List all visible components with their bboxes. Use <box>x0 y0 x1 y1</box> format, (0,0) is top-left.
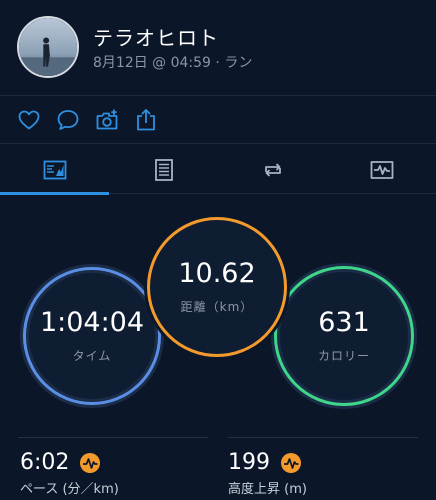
elevation-label: 高度上昇 (m) <box>228 482 307 497</box>
activity-badge-icon <box>80 452 101 473</box>
pace-stat[interactable]: 6:02 ペース (分／km) <box>20 450 119 497</box>
tab-laps[interactable] <box>218 145 327 194</box>
active-tab-indicator <box>0 192 109 195</box>
add-photo-icon[interactable] <box>94 107 120 133</box>
comment-icon[interactable] <box>55 107 81 133</box>
avatar[interactable] <box>17 16 79 78</box>
share-icon[interactable] <box>133 107 159 133</box>
heart-icon[interactable] <box>16 107 42 133</box>
tab-charts[interactable] <box>327 145 436 194</box>
action-bar <box>0 97 436 144</box>
document-icon <box>154 158 173 181</box>
tab-details[interactable] <box>109 145 218 194</box>
calories-value: 631 <box>318 306 370 338</box>
distance-summary[interactable]: 10.62 距離（km） <box>147 217 287 357</box>
pace-label: ペース (分／km) <box>20 482 119 497</box>
divider <box>18 437 208 438</box>
distance-label: 距離（km） <box>180 300 254 315</box>
chart-icon <box>370 160 393 179</box>
elevation-value: 199 <box>228 450 270 475</box>
calories-summary[interactable]: 631 カロリー <box>274 266 414 406</box>
user-name[interactable]: テラオヒロト <box>93 22 219 51</box>
pace-value: 6:02 <box>20 450 70 475</box>
repeat-icon <box>264 162 281 177</box>
divider <box>228 437 418 438</box>
elevation-stat[interactable]: 199 高度上昇 (m) <box>228 450 307 497</box>
avatar-image <box>19 18 77 76</box>
time-label: タイム <box>72 349 112 364</box>
tab-bar <box>0 145 436 195</box>
activity-meta: 8月12日 @ 04:59 · ラン <box>93 55 253 71</box>
tab-overview[interactable] <box>0 145 109 195</box>
time-summary[interactable]: 1:04:04 タイム <box>23 267 161 405</box>
calories-label: カロリー <box>317 349 370 364</box>
activity-badge-icon <box>281 452 301 473</box>
distance-value: 10.62 <box>178 257 256 289</box>
overview-icon <box>43 160 66 179</box>
activity-header: テラオヒロト 8月12日 @ 04:59 · ラン <box>0 0 436 96</box>
time-value: 1:04:04 <box>39 306 145 338</box>
